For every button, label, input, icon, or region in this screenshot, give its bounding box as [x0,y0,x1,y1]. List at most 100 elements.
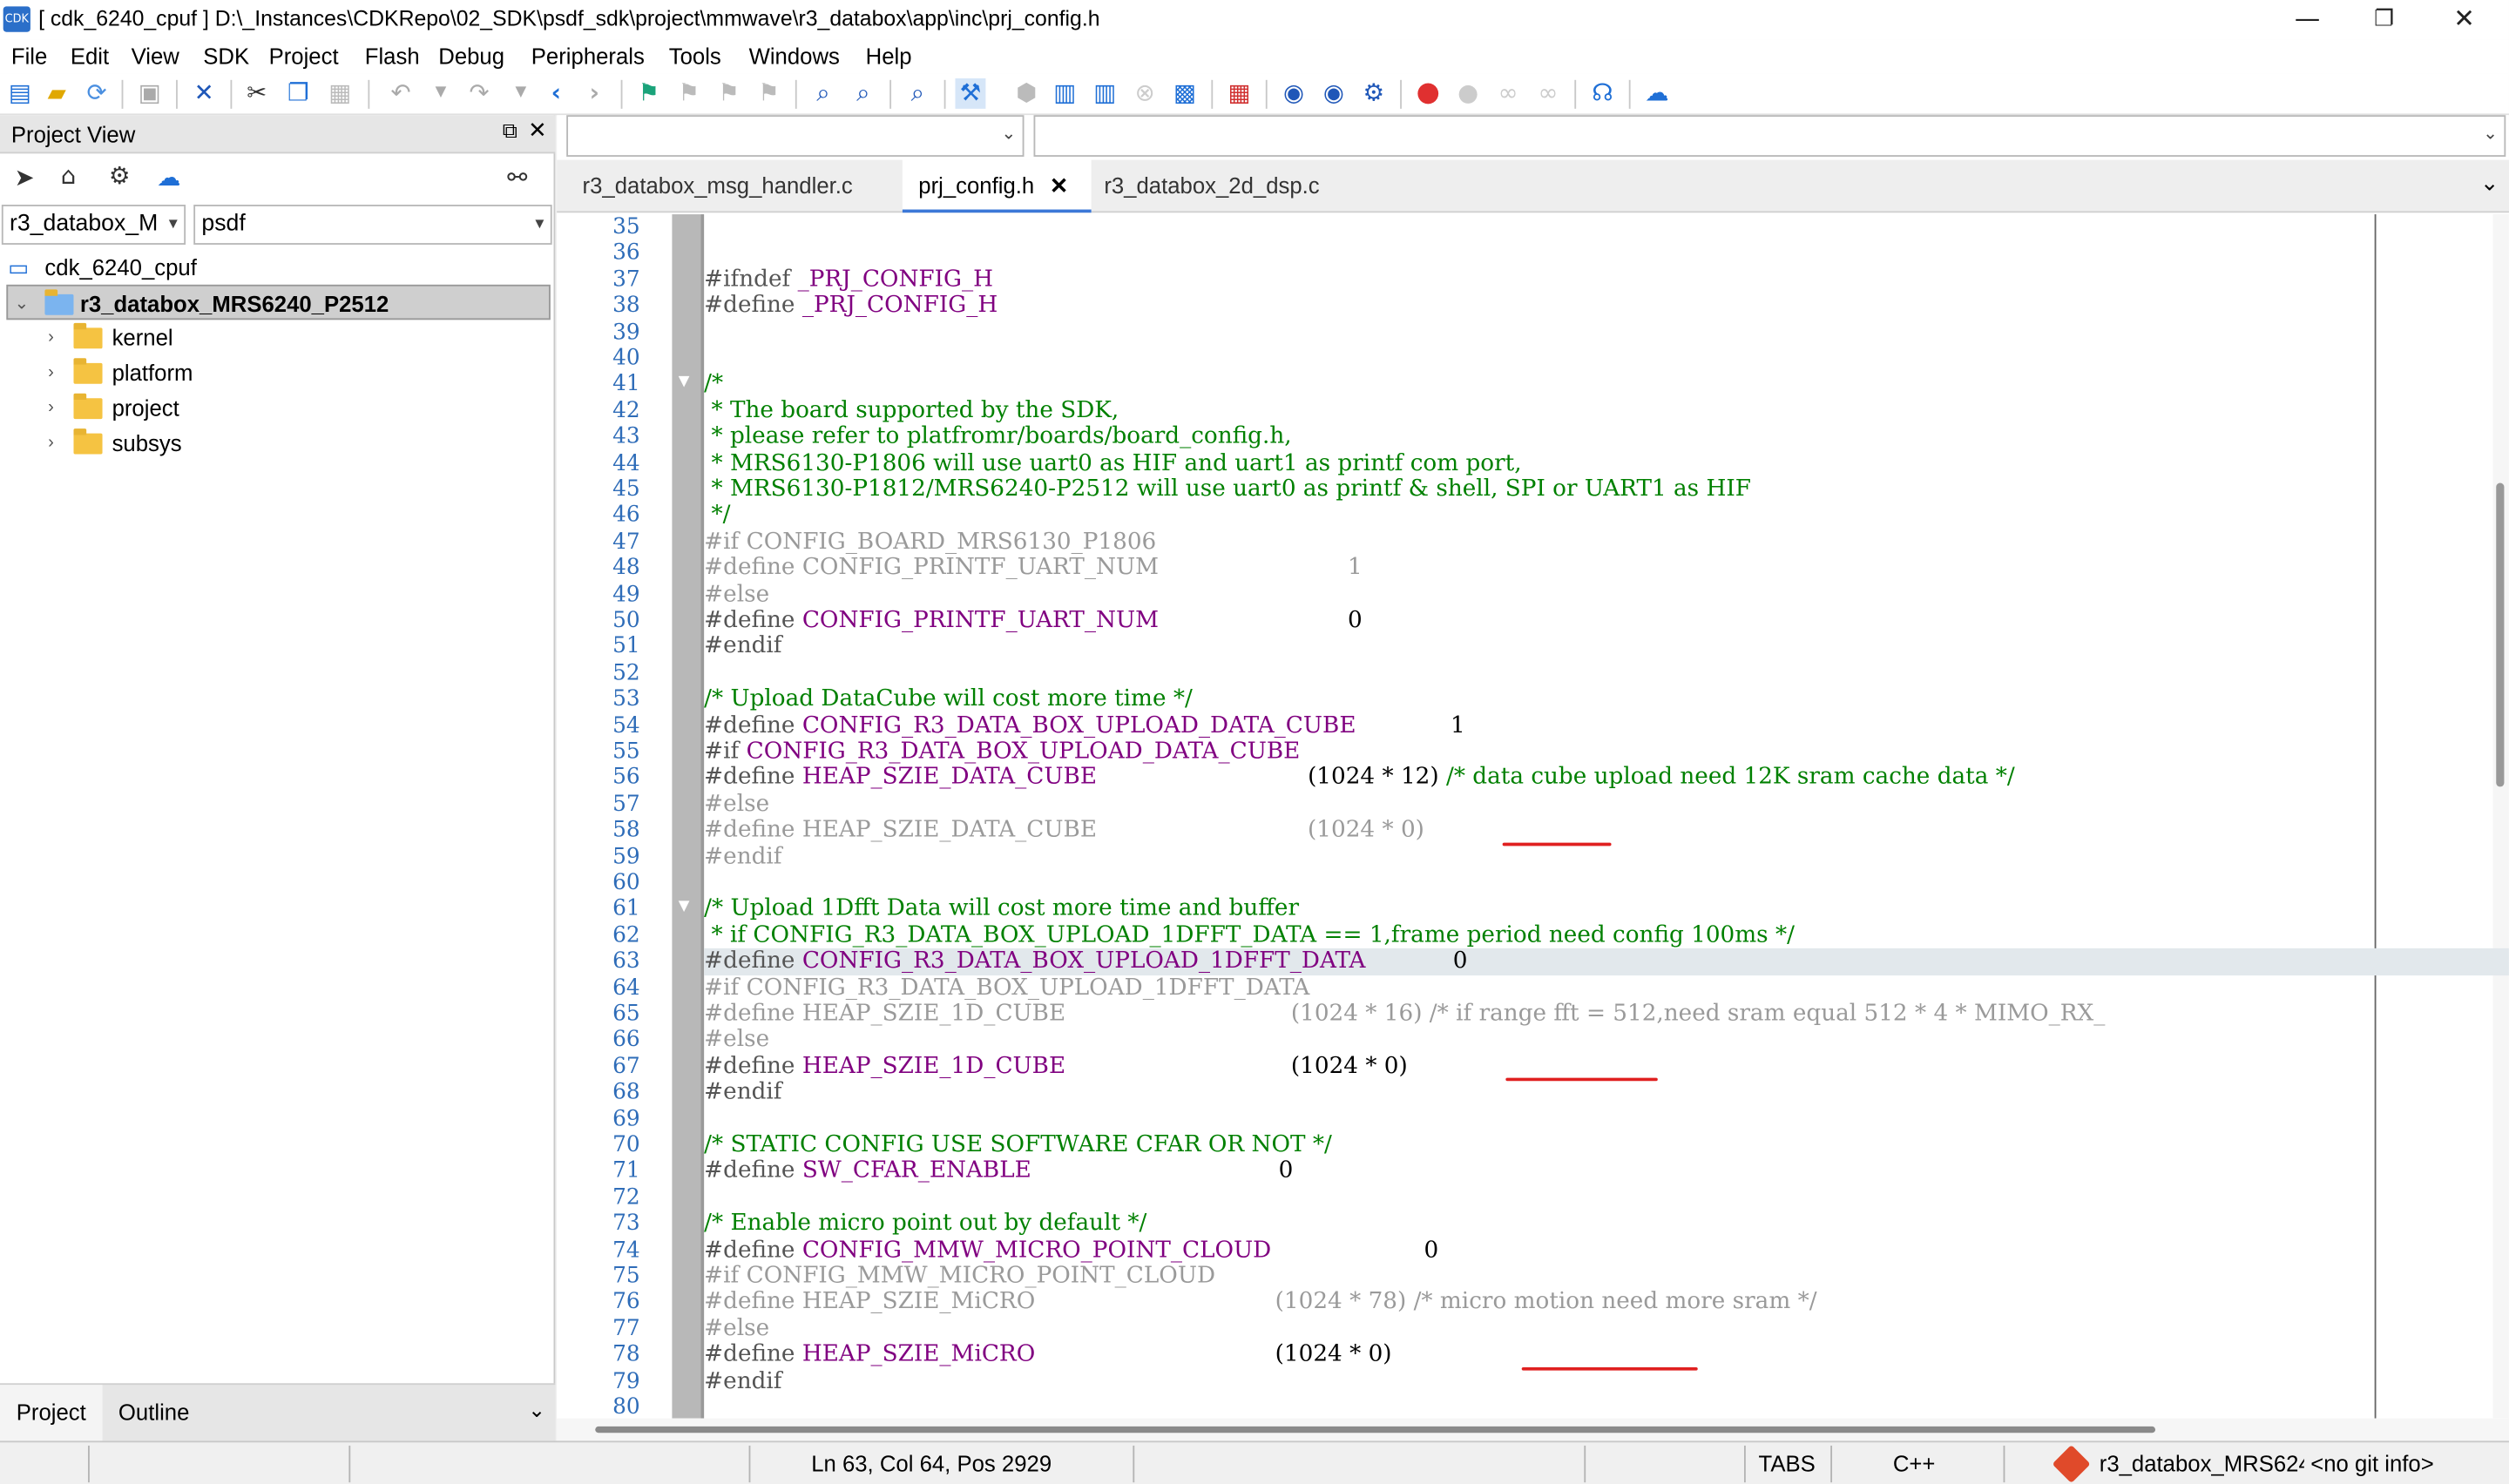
code-line[interactable]: #if CONFIG_MMW_MICRO_POINT_CLOUD [704,1264,2509,1290]
tree-item-project[interactable]: › project [0,390,555,425]
code-line[interactable]: #define HEAP_SZIE_DATA_CUBE (1024 * 0) [704,818,2509,844]
code-line[interactable]: #endif [704,634,2509,660]
symbol-select[interactable]: ⌄ [1033,115,2506,157]
menu-tools[interactable]: Tools [669,44,721,69]
code-line[interactable] [704,240,2509,266]
language-mode[interactable]: C++ [1893,1442,1936,1484]
menu-project[interactable]: Project [269,44,339,69]
menu-file[interactable]: File [11,44,47,69]
menu-view[interactable]: View [132,44,179,69]
copy-icon[interactable]: ❐ [283,78,314,109]
cube-icon[interactable]: ⬢ [1011,78,1042,109]
fold-toggle-icon[interactable]: ▼ [679,900,690,915]
code-line[interactable]: #if CONFIG_BOARD_MRS6130_P1806 [704,529,2509,555]
tree-item-kernel[interactable]: › kernel [0,320,555,354]
build-config-icon[interactable]: ⚒ [955,78,986,109]
clean-icon[interactable]: ▩ [1170,78,1200,109]
code-line[interactable]: */ [704,503,2509,529]
undo-icon[interactable]: ↶ [386,78,416,109]
locate-icon[interactable]: ➤ [15,163,35,192]
tree-item-platform[interactable]: › platform [0,355,555,390]
code-line[interactable]: /* [704,372,2509,398]
menu-flash[interactable]: Flash [365,44,420,69]
code-line[interactable]: #define CONFIG_PRINTF_UART_NUM 0 [704,608,2509,634]
paste-icon[interactable]: ▦ [325,78,355,109]
tab-2d-dsp[interactable]: r3_databox_2d_dsp.c [1094,160,1350,213]
find-in-files-icon[interactable]: ⌕ [848,78,878,109]
bookmark-clear-icon[interactable]: ⚑ [754,78,784,109]
cloud-sync-icon[interactable]: ☁ [157,163,181,192]
home-icon[interactable]: ⌂ [61,161,77,190]
code-line[interactable] [704,214,2509,240]
project-node[interactable]: ⌄ r3_databox_MRS6240_P2512 [6,284,551,321]
code-line[interactable]: /* STATIC CONFIG USE SOFTWARE CFAR OR NO… [704,1132,2509,1158]
code-line[interactable]: #define SW_CFAR_ENABLE 0 [704,1158,2509,1184]
code-line[interactable] [704,1394,2509,1419]
code-line[interactable]: * The board supported by the SDK, [704,398,2509,424]
code-line[interactable] [704,870,2509,896]
open-folder-icon[interactable]: ▰ [42,78,72,109]
cut-icon[interactable]: ✂ [241,78,272,109]
code-line[interactable] [704,1106,2509,1132]
bookmark-next-icon[interactable]: ⚑ [713,78,744,109]
chevron-down-icon[interactable]: ⌄ [528,1400,545,1424]
code-line[interactable]: #define HEAP_SZIE_1D_CUBE (1024 * 16) /*… [704,1001,2509,1027]
breakpoint-disable-icon[interactable]: ● [1453,78,1484,109]
chevron-down-icon[interactable]: ⌄ [15,287,30,321]
menu-peripherals[interactable]: Peripherals [531,44,645,69]
search-symbol-icon[interactable]: ⌕ [903,78,933,109]
code-line[interactable]: #define _PRJ_CONFIG_H [704,293,2509,319]
solution-select[interactable]: r3_databox_M ▾ [1,205,186,245]
fold-toggle-icon[interactable]: ▼ [679,374,690,390]
code-line[interactable]: #define HEAP_SZIE_MiCRO (1024 * 78) /* m… [704,1290,2509,1316]
menu-edit[interactable]: Edit [71,44,109,69]
indent-mode[interactable]: TABS [1759,1442,1816,1484]
code-line[interactable]: #if CONFIG_R3_DATA_BOX_UPLOAD_DATA_CUBE [704,739,2509,765]
close-tab-icon[interactable]: ✕ [1050,160,1069,213]
menu-sdk[interactable]: SDK [203,44,249,69]
minimize-button[interactable]: — [2269,0,2345,40]
cloud-icon[interactable]: ☁ [1641,78,1672,109]
code-line[interactable]: #define HEAP_SZIE_DATA_CUBE (1024 * 12) … [704,765,2509,791]
unlink-icon[interactable]: ∞ [1533,78,1564,109]
close-file-icon[interactable]: ✕ [189,78,220,109]
code-line[interactable]: #define CONFIG_MMW_MICRO_POINT_CLOUD 0 [704,1237,2509,1263]
code-line[interactable]: #endif [704,844,2509,870]
chevron-right-icon[interactable]: › [48,355,54,390]
code-line[interactable] [704,346,2509,372]
workspace-node[interactable]: ▭ cdk_6240_cpuf [0,249,555,284]
code-line[interactable]: /* Upload DataCube will cost more time *… [704,686,2509,712]
flash-download-icon[interactable]: ▦ [1224,78,1254,109]
code-line[interactable]: #define CONFIG_R3_DATA_BOX_UPLOAD_1DFFT_… [704,948,2509,975]
rebuild-icon[interactable]: ▥ [1090,78,1120,109]
breakpoint-icon[interactable]: ● [1413,78,1444,109]
link-editor-icon[interactable]: ⚯ [507,163,527,192]
close-panel-icon[interactable]: ✕ [528,118,547,144]
tab-list-chevron-icon[interactable]: ⌄ [2480,171,2499,196]
chevron-right-icon[interactable]: › [48,320,54,354]
code-line[interactable]: /* Upload 1Dfft Data will cost more time… [704,896,2509,922]
code-line[interactable]: #endif [704,1080,2509,1106]
scope-select[interactable]: ⌄ [566,115,1025,157]
undo-dropdown-icon[interactable]: ▼ [426,78,456,109]
fold-margin[interactable] [672,214,701,1419]
code-line[interactable]: * MRS6130-P1806 will use uart0 as HIF an… [704,450,2509,476]
settings-gear-icon[interactable]: ⚙ [1358,78,1389,109]
tab-project[interactable]: Project [0,1385,103,1441]
find-icon[interactable]: ⌕ [808,78,839,109]
code-line[interactable]: * MRS6130-P1812/MRS6240-P2512 will use u… [704,476,2509,503]
menu-windows[interactable]: Windows [749,44,840,69]
link-icon[interactable]: ∞ [1493,78,1524,109]
chevron-right-icon[interactable]: › [48,425,54,460]
new-file-icon[interactable]: ▤ [5,78,36,109]
code-line[interactable]: #else [704,1028,2509,1054]
bookmark-flag-icon[interactable]: ⚑ [633,78,664,109]
code-line[interactable]: #else [704,582,2509,608]
horizontal-scrollbar[interactable] [557,1418,2509,1441]
code-line[interactable]: #if CONFIG_R3_DATA_BOX_UPLOAD_1DFFT_DATA [704,975,2509,1001]
code-line[interactable]: #define CONFIG_PRINTF_UART_NUM 1 [704,556,2509,582]
code-line[interactable]: #define CONFIG_R3_DATA_BOX_UPLOAD_DATA_C… [704,712,2509,739]
build-icon[interactable]: ▥ [1050,78,1080,109]
code-line[interactable]: * if CONFIG_R3_DATA_BOX_UPLOAD_1DFFT_DAT… [704,922,2509,948]
code-line[interactable]: #else [704,792,2509,818]
